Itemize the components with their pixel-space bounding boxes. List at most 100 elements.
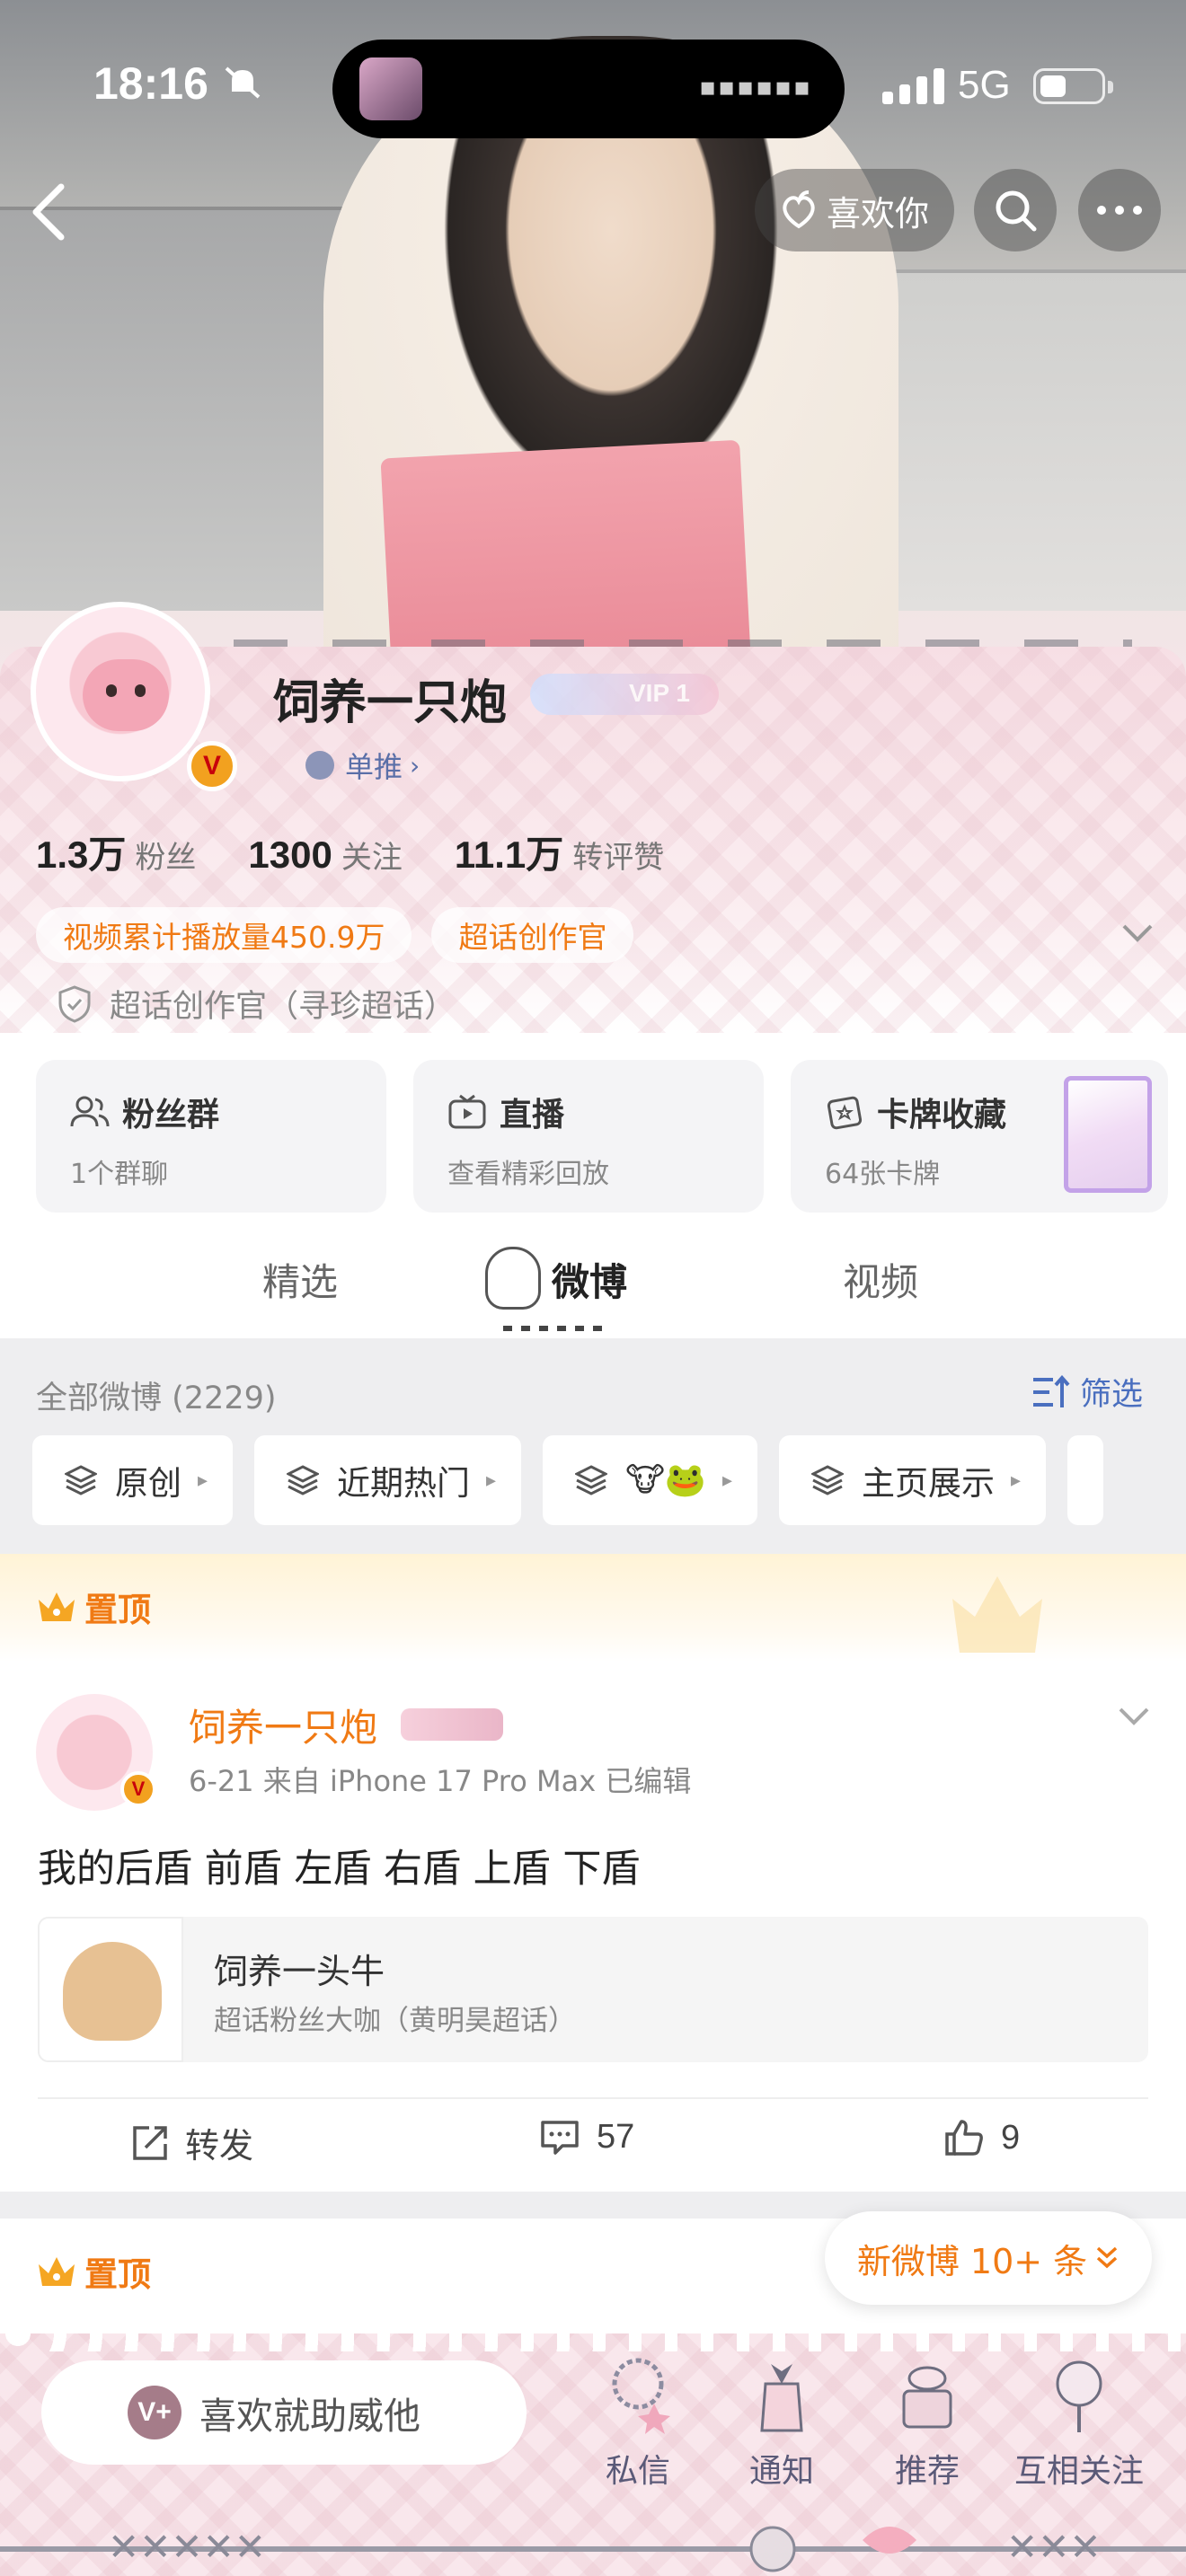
bell-mute-icon xyxy=(225,66,261,99)
caret-right-icon: ▸ xyxy=(1011,1469,1022,1492)
super-topic-creator-line[interactable]: 超话创作官（寻珍超话） xyxy=(58,981,456,1027)
search-button[interactable] xyxy=(974,169,1057,251)
cover-background-shelf xyxy=(890,269,1186,611)
gift-bag-icon xyxy=(760,2364,803,2432)
layers-icon xyxy=(287,1465,320,1495)
profile-tabs: 精选 微博 视频 xyxy=(0,1236,1186,1344)
post-author-name[interactable]: 饲养一只炮 xyxy=(189,1698,377,1752)
chevron-down-icon[interactable] xyxy=(1118,1707,1150,1726)
shield-icon xyxy=(58,984,91,1023)
stat-interactions[interactable]: 11.1万 转评赞 xyxy=(455,825,664,879)
crown-icon xyxy=(39,1592,75,1621)
avatar[interactable] xyxy=(31,602,210,781)
tab-mascot-icon xyxy=(485,1247,541,1310)
nav-notifications[interactable]: 通知 xyxy=(719,2348,845,2510)
cake-box-icon xyxy=(902,2366,952,2429)
nav-recommend[interactable]: 推荐 xyxy=(864,2348,990,2510)
pinned-label: 置顶 xyxy=(36,1583,151,1631)
vip-badge[interactable]: VIP 1 xyxy=(530,674,719,715)
profile-tags: 视频累计播放量450.9万 超话创作官 xyxy=(36,907,653,963)
island-audio-bars: ▪▪▪▪▪▪ xyxy=(699,72,812,101)
verified-badge-icon: V xyxy=(187,741,237,791)
tab-featured[interactable]: 精选 xyxy=(262,1252,338,1307)
layers-icon xyxy=(575,1465,608,1495)
fan-group-card[interactable]: 粉丝群 1个群聊 xyxy=(36,1060,386,1213)
tv-icon xyxy=(448,1094,486,1129)
status-bar: 18:16 ▪▪▪▪▪▪ 5G xyxy=(0,0,1186,171)
network-type: 5G xyxy=(958,63,1011,107)
dog-avatar xyxy=(63,1942,162,2041)
chip-original[interactable]: 原创 ▸ xyxy=(32,1435,234,1525)
quoted-user-card[interactable]: 饲养一头牛 超话粉丝大咖（黄明昊超话） xyxy=(38,1917,1148,2062)
thumbs-up-icon xyxy=(945,2120,983,2156)
new-posts-button[interactable]: 新微博 10+ 条 xyxy=(825,2211,1152,2305)
status-time: 18:16 xyxy=(93,58,208,109)
quoted-user-name: 饲养一头牛 xyxy=(214,1952,385,1991)
card-icon xyxy=(827,1096,863,1130)
layers-icon xyxy=(65,1465,97,1495)
like-button[interactable]: 9 xyxy=(943,2118,1020,2157)
caret-right-icon: ▸ xyxy=(198,1469,208,1492)
peach-heart-icon xyxy=(783,190,815,229)
svg-text:✕✕✕✕✕: ✕✕✕✕✕ xyxy=(108,2525,266,2569)
post-author-avatar[interactable]: V xyxy=(36,1694,156,1811)
support-button[interactable]: V+ 喜欢就助威他 xyxy=(41,2360,527,2465)
stat-following[interactable]: 1300 关注 xyxy=(248,833,402,877)
post-actions: 转发 57 9 xyxy=(0,2118,1186,2181)
bead-bracelet-icon xyxy=(612,2358,670,2434)
battery-icon xyxy=(1033,68,1113,104)
all-weibo-count: 全部微博 (2229) xyxy=(36,1381,277,1416)
stat-followers[interactable]: 1.3万 粉丝 xyxy=(36,825,196,879)
tab-weibo[interactable]: 微博 xyxy=(552,1252,627,1307)
tab-video[interactable]: 视频 xyxy=(843,1252,918,1307)
post-text: 我的后盾 前盾 左盾 右盾 上盾 下盾 xyxy=(38,1847,641,1892)
svg-text:✕✕✕: ✕✕✕ xyxy=(1006,2525,1102,2569)
dan-tui-label: 单推 xyxy=(345,750,403,784)
crown-icon xyxy=(39,2257,75,2286)
dynamic-island[interactable]: ▪▪▪▪▪▪ xyxy=(332,40,845,138)
tag-super-topic-creator[interactable]: 超话创作官 xyxy=(431,907,634,963)
dan-tui-link[interactable]: 单推 › xyxy=(296,742,436,789)
filter-icon xyxy=(1032,1374,1070,1407)
chip-emoji-group[interactable]: 🐮🐸 ▸ xyxy=(543,1435,758,1525)
avatar-bunny-face xyxy=(83,659,169,731)
profile-card: V 饲养一只炮 VIP 1 单推 › 1.3万 粉丝 1300 关注 11.1万… xyxy=(0,602,1186,1033)
filter-button[interactable]: 筛选 xyxy=(1031,1369,1143,1415)
person-icon xyxy=(305,751,334,780)
repost-icon xyxy=(133,2125,167,2160)
repost-button[interactable]: 转发 xyxy=(131,2118,253,2167)
tag-video-plays[interactable]: 视频累计播放量450.9万 xyxy=(36,907,412,963)
chip-more-partial[interactable] xyxy=(1067,1435,1104,1525)
caret-right-icon: ▸ xyxy=(721,1469,733,1492)
like-you-label: 喜欢你 xyxy=(827,193,930,234)
more-dots-icon xyxy=(1097,206,1142,215)
post-author-badge xyxy=(401,1708,503,1741)
like-you-button[interactable]: 喜欢你 xyxy=(755,169,954,251)
live-card[interactable]: 直播 查看精彩回放 xyxy=(413,1060,764,1213)
back-arrow-icon[interactable] xyxy=(22,176,72,248)
double-chevron-down-icon xyxy=(1097,2246,1118,2269)
profile-stats: 1.3万 粉丝 1300 关注 11.1万 转评赞 xyxy=(36,825,716,879)
chevron-down-icon[interactable] xyxy=(1121,923,1154,943)
nav-mutual-follow[interactable]: 互相关注 xyxy=(1003,2348,1155,2510)
bottom-toolbar: V+ 喜欢就助威他 私信 通知 推荐 互相关注 ✕✕✕✕✕ ✕✕✕ xyxy=(0,2333,1186,2576)
verified-badge-icon: V xyxy=(120,1771,156,1807)
card-collection-card[interactable]: 卡牌收藏 64张卡牌 xyxy=(791,1060,1168,1213)
more-button[interactable] xyxy=(1078,169,1161,251)
support-label: 喜欢就助威他 xyxy=(199,2395,420,2438)
crown-decoration xyxy=(934,1563,1060,1662)
people-icon xyxy=(70,1096,110,1127)
chip-recent-hot[interactable]: 近期热门 ▸ xyxy=(254,1435,522,1525)
layers-icon xyxy=(811,1465,845,1495)
island-media-thumbnail xyxy=(359,57,422,120)
pinned-header: 置顶 xyxy=(0,1554,1186,1662)
comment-icon xyxy=(541,2120,579,2155)
comment-button[interactable]: 57 xyxy=(539,2118,634,2157)
weibo-post[interactable]: V 饲养一只炮 6-21 来自 iPhone 17 Pro Max 已编辑 我的… xyxy=(0,1662,1186,2192)
chip-homepage-display[interactable]: 主页展示 ▸ xyxy=(779,1435,1047,1525)
profile-name: 饲养一只炮 xyxy=(273,676,508,730)
mirror-icon xyxy=(1056,2360,1102,2432)
feed-filter-area: 全部微博 (2229) 筛选 原创 ▸ 近期热门 ▸ 🐮🐸 ▸ 主页展示 ▸ xyxy=(0,1338,1186,1554)
nav-messages[interactable]: 私信 xyxy=(575,2348,701,2510)
feature-cards: 粉丝群 1个群聊 直播 查看精彩回放 卡牌收藏 64张卡牌 xyxy=(36,1060,1168,1213)
